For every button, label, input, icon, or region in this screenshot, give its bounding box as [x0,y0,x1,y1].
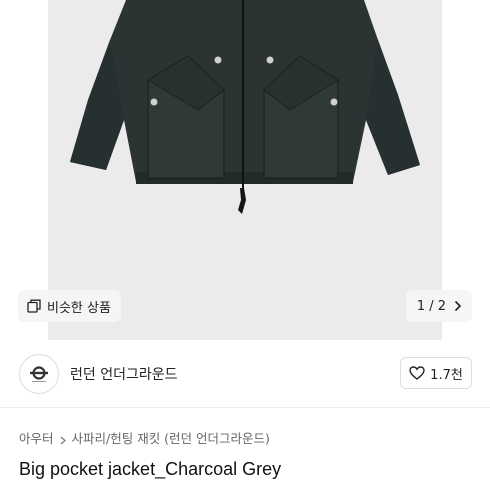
like-count: 1.7천 [430,367,463,383]
breadcrumb: 아우터 사파리/헌팅 재킷 (런던 언더그라운드) [19,428,270,447]
copy-icon [27,299,41,313]
similar-products-label: 비슷한 상품 [47,300,111,316]
similar-products-button[interactable]: 비슷한 상품 [18,290,121,322]
page-indicator-text: 1 / 2 [416,298,446,314]
like-button[interactable]: 1.7천 [400,357,472,389]
seller-row: 런던 언더그라운드 1.7천 [0,340,490,408]
jacket-illustration [70,0,420,214]
chevron-right-icon [454,300,462,312]
chevron-right-icon [60,433,66,445]
breadcrumb-item-category[interactable]: 사파리/헌팅 재킷 (런던 언더그라운드) [72,428,270,447]
product-photo[interactable] [48,0,442,340]
product-title: Big pocket jacket_Charcoal Grey [19,459,282,479]
seller-avatar[interactable] [19,354,59,394]
underground-logo-icon [30,366,48,382]
breadcrumb-item-outer[interactable]: 아우터 [19,428,54,447]
seller-name[interactable]: 런던 언더그라운드 [70,364,178,384]
product-image-area[interactable]: 비슷한 상품 1 / 2 [0,0,490,340]
heart-icon [409,366,425,380]
image-page-indicator[interactable]: 1 / 2 [405,290,472,322]
